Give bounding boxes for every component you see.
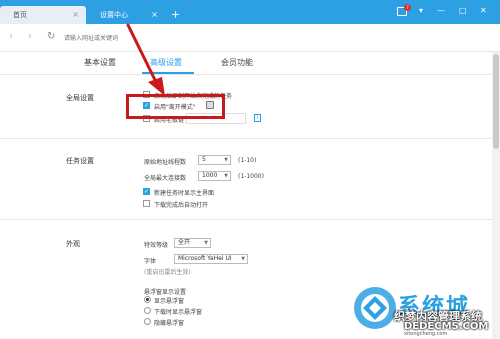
watermark-logo-icon: [354, 287, 396, 329]
browser-window: 首页 × 设置中心 × + 7 ▾ — □ ✕ ‹ › ↻ 基本设置 高级设置 …: [0, 0, 500, 339]
annotation-highlight-box: [126, 94, 225, 119]
watermark-small-url: xitongcheng.com: [404, 331, 448, 337]
